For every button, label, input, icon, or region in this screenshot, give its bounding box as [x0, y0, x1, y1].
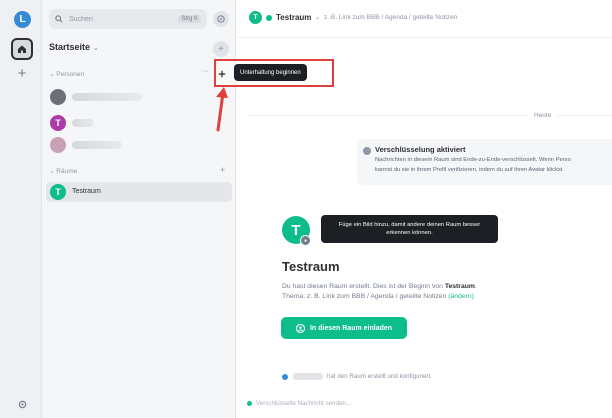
encryption-text: Nachrichten in diesem Raum sind Ende-zu-…: [375, 157, 571, 163]
section-label: Personen: [56, 71, 85, 78]
search-input[interactable]: Suchen Strg K: [49, 9, 207, 29]
chevron-down-icon[interactable]: ⌄: [315, 14, 320, 21]
encryption-title: Verschlüsselung aktiviert: [375, 145, 466, 154]
intro-prefix: Du hast diesen Raum erstellt. Dies ist d…: [282, 283, 445, 290]
room-header: T Testraum ⌄ z. B. Link zum BBB / Agenda…: [237, 0, 612, 38]
room-name-heading: Testraum: [282, 259, 340, 274]
status-dot: [266, 15, 272, 21]
create-space-button[interactable]: +: [14, 64, 30, 82]
plus-icon: [218, 70, 226, 78]
home-icon: [18, 45, 26, 53]
room-list-panel: Suchen Strg K Startseite ⌄ + ⌄ Personen ·…: [42, 0, 236, 418]
shield-icon: [363, 147, 371, 155]
avatar-tooltip: Füge ein Bild hinzu, damit andere deinen…: [321, 215, 498, 243]
gear-icon: [18, 400, 26, 408]
event-text: hat den Raum erstellt und konfiguriert.: [327, 373, 432, 380]
add-room-button[interactable]: +: [220, 165, 225, 175]
quick-settings-button[interactable]: [15, 397, 29, 411]
room-avatar[interactable]: T: [249, 11, 262, 24]
compass-icon: [217, 15, 225, 23]
chevron-down-icon: ⌄: [93, 45, 99, 52]
plus-icon: +: [17, 64, 27, 82]
room-topic[interactable]: z. B. Link zum BBB / Agenda / geteilte N…: [324, 14, 457, 21]
intro-suffix: .: [474, 283, 477, 290]
avatar: T: [50, 115, 66, 131]
avatar: [50, 89, 66, 105]
user-add-icon: [295, 323, 305, 333]
search-placeholder: Suchen: [69, 15, 93, 23]
explore-rooms-button[interactable]: [213, 11, 229, 27]
section-options-button[interactable]: ···: [202, 68, 209, 75]
space-title-label: Startseite: [49, 42, 91, 52]
section-label: Räume: [56, 168, 78, 175]
app-window: L + Suchen Strg K Startseite ⌄ + ⌄ Perso…: [0, 0, 612, 418]
space-title[interactable]: Startseite ⌄: [49, 42, 99, 52]
redacted-name: [293, 373, 323, 380]
section-header-rooms[interactable]: ⌄ Räume: [49, 167, 77, 175]
list-item[interactable]: [50, 88, 150, 106]
avatar: [282, 374, 288, 380]
date-label: Heute: [528, 112, 558, 119]
encryption-notice: Verschlüsselung aktiviert Nachrichten in…: [357, 139, 612, 185]
camera-icon[interactable]: ●: [300, 235, 311, 246]
room-topic-text: Thema: z. B. Link zum BBB / Agenda / get…: [282, 293, 474, 300]
redacted-name: [72, 119, 94, 127]
tooltip: Unterhaltung beginnen: [234, 64, 307, 81]
invite-label: In diesen Raum einladen: [309, 324, 393, 332]
redacted-name: [72, 93, 142, 101]
room-name: Testraum: [72, 188, 101, 195]
topic-text: Thema: z. B. Link zum BBB / Agenda / get…: [282, 293, 449, 300]
edit-topic-link[interactable]: (ändern): [448, 293, 474, 300]
list-item[interactable]: T: [50, 114, 150, 132]
list-item[interactable]: [50, 136, 150, 154]
room-item-testraum[interactable]: T Testraum: [46, 182, 232, 202]
room-intro-text: Du hast diesen Raum erstellt. Dies ist d…: [282, 283, 477, 290]
search-icon: [55, 15, 63, 23]
space-rail: L +: [0, 0, 42, 418]
start-chat-button[interactable]: [217, 69, 227, 79]
room-avatar: T: [50, 184, 66, 200]
add-button[interactable]: +: [213, 41, 229, 57]
room-title[interactable]: Testraum: [276, 13, 311, 22]
intro-room-name: Testraum: [444, 283, 475, 290]
home-space-button[interactable]: [11, 38, 33, 60]
shield-icon: [247, 400, 252, 406]
invite-button[interactable]: In diesen Raum einladen: [281, 317, 407, 339]
message-composer[interactable]: Verschlüsselte Nachricht senden…: [247, 400, 352, 407]
avatar: [50, 137, 66, 153]
section-header-people[interactable]: ⌄ Personen: [49, 70, 84, 78]
redacted-name: [72, 141, 122, 149]
encryption-text: kannst du sie in ihrem Profil verifizier…: [375, 167, 565, 173]
composer-placeholder: Verschlüsselte Nachricht senden…: [256, 400, 352, 407]
user-avatar[interactable]: L: [14, 11, 31, 28]
search-shortcut: Strg K: [178, 15, 201, 23]
red-arrow-icon: [216, 87, 228, 132]
